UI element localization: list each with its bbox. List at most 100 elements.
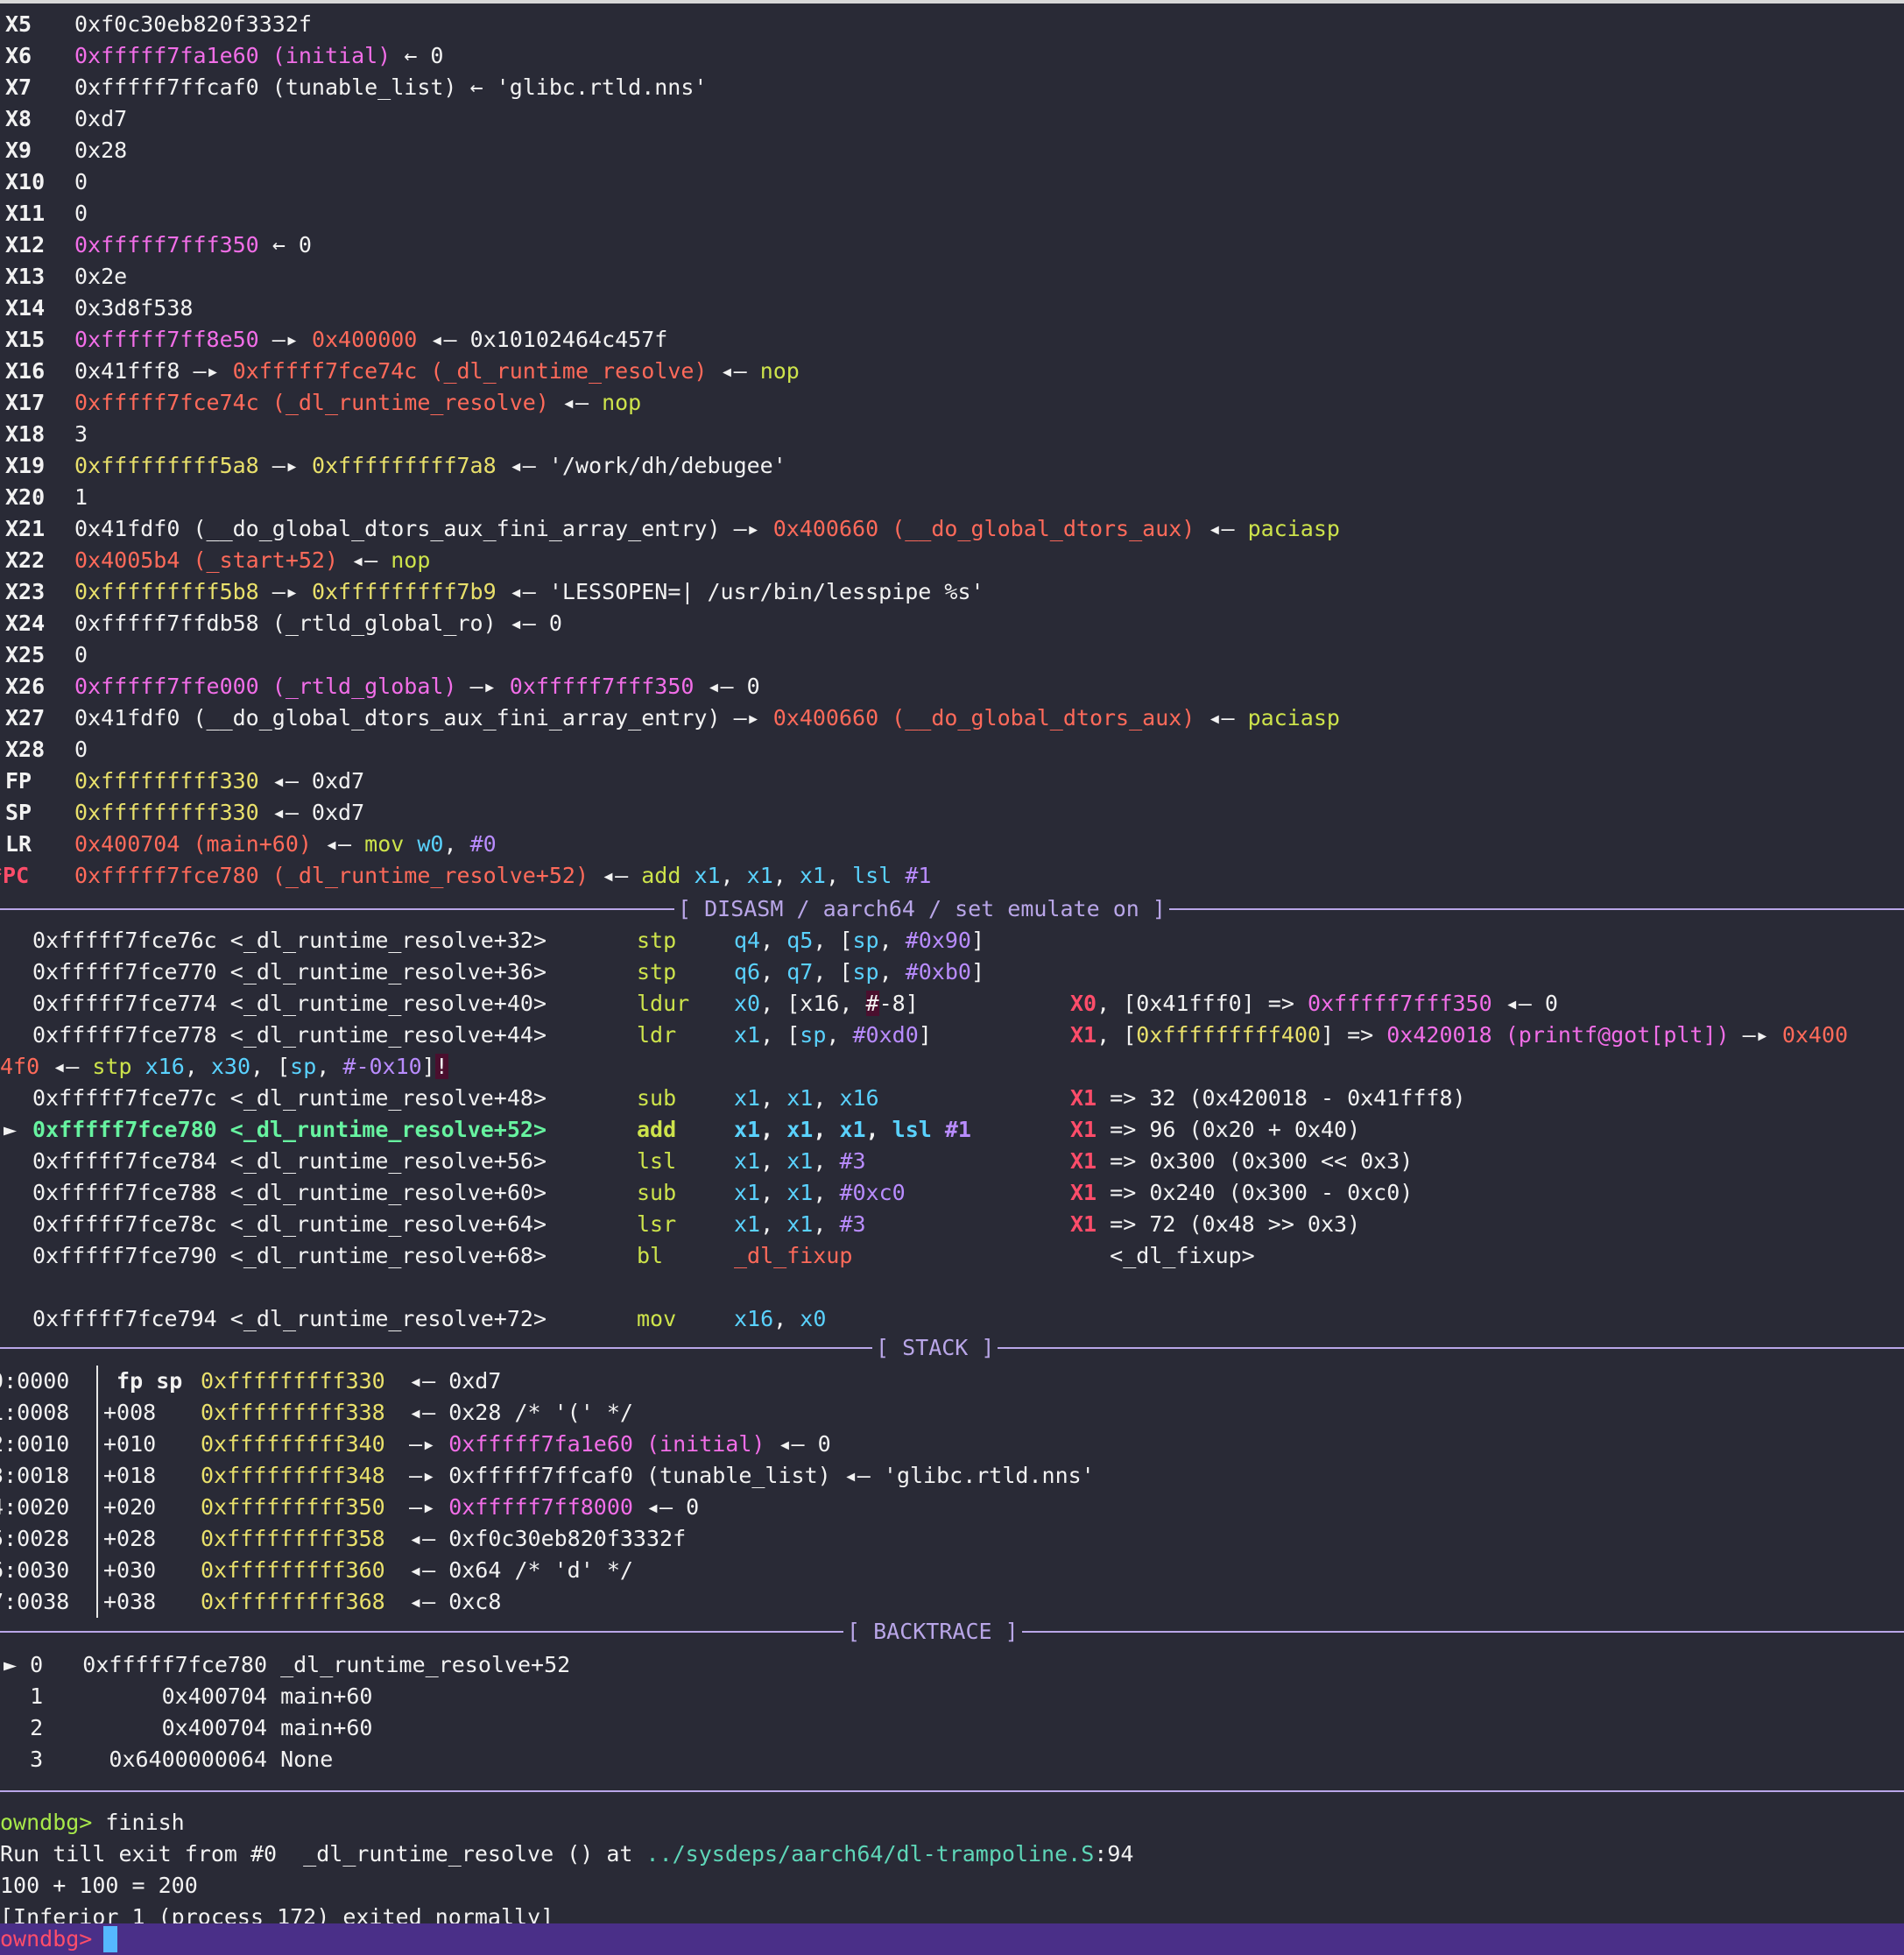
- stack-offset: +018: [103, 1463, 157, 1488]
- register-value-seg: 0x400660 (__do_global_dtors_aux): [772, 516, 1195, 541]
- register-value-seg: 0xfffff7fce74c (_dl_runtime_resolve): [232, 358, 708, 384]
- stack-value: —▸ 0xfffff7fa1e60 (initial) ◂— 0: [396, 1429, 831, 1460]
- register-value: 0xfffff7fce74c (_dl_runtime_resolve) ◂— …: [74, 387, 641, 419]
- text-cursor[interactable]: [103, 1926, 117, 1952]
- disasm-address: 0xfffff7fce77c <_dl_runtime_resolve+48>: [32, 1085, 547, 1111]
- register-value-seg: ,: [825, 863, 853, 888]
- register-value-seg: 1: [74, 484, 88, 510]
- disasm-wrap-seg: ,: [316, 1054, 343, 1079]
- stack-address: 0xfffffffff358: [201, 1526, 385, 1551]
- input-prompt: owndbg>: [0, 1926, 93, 1951]
- register-value-seg: ,: [772, 863, 800, 888]
- disasm-wrap-seg: x16: [145, 1054, 185, 1079]
- register-value-seg: 0x400000: [311, 327, 418, 352]
- register-value-seg: 0xfffff7ff8e50: [74, 327, 259, 352]
- register-value-seg: 0xfffff7fce780 (_dl_runtime_resolve+52): [74, 863, 589, 888]
- disasm-operand-seg: q4: [734, 928, 761, 953]
- terminal-window[interactable]: X5 0xf0c30eb820f3332f X6 0xfffff7fa1e60 (in…: [0, 0, 1904, 1955]
- register-name: *PC: [0, 863, 30, 888]
- disasm-address: 0xfffff7fce784 <_dl_runtime_resolve+56>: [32, 1148, 547, 1174]
- disasm-operand-seg: x1: [734, 1180, 761, 1205]
- disasm-operand-seg: #0xc0: [839, 1180, 906, 1205]
- register-value: 0xf0c30eb820f3332f: [74, 9, 312, 40]
- backtrace-frame: 1 0x400704 main+60: [4, 1683, 373, 1709]
- register-value-seg: ◂— 0: [694, 674, 760, 699]
- input-line-bar[interactable]: owndbg>: [0, 1923, 1904, 1955]
- disasm-wrap-seg: , [: [250, 1054, 291, 1079]
- disasm-operands: x1, x1, #3: [734, 1209, 866, 1240]
- stack-value-seg: ◂— 0xf0c30eb820f3332f: [396, 1526, 687, 1551]
- register-value-seg: nop: [602, 390, 642, 415]
- disasm-operand-seg: x1: [734, 1148, 761, 1174]
- disasm-address: 0xfffff7fce770 <_dl_runtime_resolve+36>: [32, 959, 547, 985]
- command-line: owndbg> finish: [0, 1807, 185, 1839]
- disasm-operand-seg: , [: [813, 959, 853, 985]
- register-value-seg: x1: [746, 863, 773, 888]
- disasm-operand-seg: ,: [773, 1306, 800, 1331]
- backtrace-frame: 3 0x6400000064 None: [4, 1747, 334, 1772]
- register-name: X10: [5, 169, 46, 194]
- disasm-annotation-seg: X1: [1070, 1148, 1097, 1174]
- register-value-seg: 0xfffffffff7b9: [311, 579, 497, 604]
- console-divider: [0, 1790, 1904, 1792]
- backtrace-frame: ► 0 0xfffff7fce780 _dl_runtime_resolve+5…: [4, 1652, 571, 1677]
- stack-value-seg: ◂— 0xc8: [396, 1589, 502, 1614]
- stack-value-seg: —▸: [396, 1494, 449, 1520]
- stack-address: 0xfffffffff340: [201, 1431, 385, 1457]
- disasm-mnemonic: lsl: [637, 1148, 677, 1174]
- register-value-seg: #0: [469, 831, 497, 857]
- register-value-seg: ◂—: [311, 831, 365, 857]
- disasm-annotation-seg: X1: [1070, 1085, 1097, 1111]
- stack-divider: [96, 1366, 98, 1618]
- register-value-seg: 0xfffff7ffcaf0 (tunable_list) ← 'glibc.r…: [74, 74, 708, 100]
- stack-index: 04:0020: [0, 1494, 70, 1520]
- disasm-annotation-seg: ] =>: [1320, 1022, 1387, 1048]
- register-value-seg: ◂—: [1195, 705, 1248, 730]
- disasm-operands: x1, x1, x16: [734, 1083, 879, 1114]
- disasm-address: 0xfffff7fce780 <_dl_runtime_resolve+52>: [32, 1117, 547, 1142]
- register-value-seg: add: [641, 863, 695, 888]
- stack-value-seg: ◂— 0xd7: [396, 1368, 502, 1394]
- disasm-operand-seg: #3: [839, 1148, 866, 1174]
- stack-value: ◂— 0xf0c30eb820f3332f: [396, 1523, 686, 1555]
- disasm-operand-seg: x1: [786, 1211, 814, 1237]
- disasm-mnemonic: mov: [637, 1306, 677, 1331]
- register-value: 0xfffff7fa1e60 (initial) ← 0: [74, 40, 443, 72]
- register-value-seg: 3: [74, 421, 88, 447]
- register-name: X9: [5, 138, 32, 163]
- register-value-seg: —▸: [456, 674, 510, 699]
- disasm-operand-seg: #0xb0: [905, 959, 971, 985]
- register-value: 0x28: [74, 135, 127, 166]
- register-value-seg: 0xfffff7fff350: [74, 232, 259, 258]
- register-value: 0: [74, 198, 88, 229]
- register-value-seg: 0: [74, 169, 88, 194]
- register-name: X6: [5, 43, 32, 68]
- register-value-seg: 0x41fdf0 (__do_global_dtors_aux_fini_arr…: [74, 516, 773, 541]
- register-name: FP: [5, 768, 32, 794]
- disasm-operand-seg: #0xd0: [852, 1022, 919, 1048]
- disasm-operands: x0, [x16, #-8]: [734, 988, 919, 1020]
- disasm-annotation-seg: <_dl_fixup>: [1070, 1243, 1255, 1268]
- stack-index: 03:0018: [0, 1463, 70, 1488]
- register-value-seg: [892, 863, 905, 888]
- disasm-mnemonic: lsr: [637, 1211, 677, 1237]
- stack-address: 0xfffffffff360: [201, 1557, 385, 1583]
- disasm-mnemonic: ldr: [637, 1022, 677, 1048]
- disasm-annotation-seg: —▸: [1729, 1022, 1782, 1048]
- disasm-operands: x1, [sp, #0xd0]: [734, 1020, 932, 1051]
- register-name: X5: [5, 11, 32, 37]
- disasm-operand-seg: , [x16,: [760, 991, 866, 1016]
- stack-value: —▸ 0xfffff7ffcaf0 (tunable_list) ◂— 'gli…: [396, 1460, 1095, 1492]
- disasm-wrap-seg: stp: [92, 1054, 145, 1079]
- disasm-address: 0xfffff7fce778 <_dl_runtime_resolve+44>: [32, 1022, 547, 1048]
- register-name: X14: [5, 295, 46, 321]
- stack-address: 0xfffffffff350: [201, 1494, 385, 1520]
- register-value-seg: ◂—: [589, 863, 642, 888]
- disasm-operand-seg: ,: [760, 1180, 787, 1205]
- register-value-seg: ◂—: [707, 358, 760, 384]
- register-value-seg: w0: [417, 831, 444, 857]
- disasm-operand-seg: sp: [852, 959, 879, 985]
- disasm-operand-seg: x1: [734, 1022, 761, 1048]
- register-name: X11: [5, 201, 46, 226]
- disasm-annotation-seg: X1: [1070, 1117, 1097, 1142]
